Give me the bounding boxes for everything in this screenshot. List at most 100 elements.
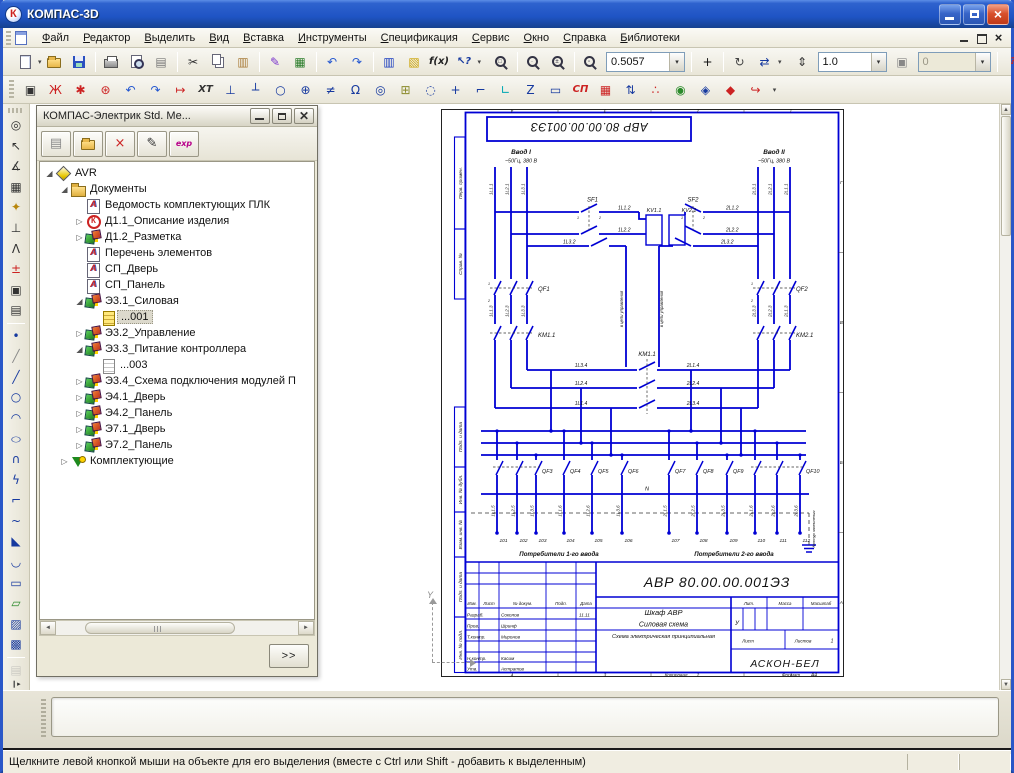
- toolbar-overflow[interactable]: ▾: [769, 78, 780, 101]
- grid-settings[interactable]: ▦: [5, 177, 27, 198]
- step-combo-arrow[interactable]: ▾: [871, 53, 886, 71]
- document-minimize-button[interactable]: [956, 30, 973, 45]
- tree-item[interactable]: ▷Э7.1_Дверь: [42, 421, 314, 437]
- close-button[interactable]: ×: [987, 4, 1009, 25]
- drawing-sheet[interactable]: 44332211ГВБА: [441, 109, 844, 677]
- aux-line-tool[interactable]: ╱: [5, 346, 27, 367]
- hatch-lines-tool[interactable]: ▨: [5, 613, 27, 634]
- chassis-ground[interactable]: ┴: [244, 78, 267, 101]
- no-connection[interactable]: ≠: [319, 78, 342, 101]
- schematic-setup[interactable]: ▣: [19, 78, 42, 101]
- redo-operation[interactable]: ↷: [144, 78, 167, 101]
- toolbar-overflow[interactable]: ▾: [478, 50, 482, 73]
- panel-expand-button[interactable]: >>: [269, 644, 309, 668]
- sp-document[interactable]: СП: [569, 78, 592, 101]
- resistance-symbol[interactable]: Ω: [344, 78, 367, 101]
- zoom-scale-combo[interactable]: 0.5057▾: [606, 52, 685, 72]
- arc-tool[interactable]: ◠: [5, 408, 27, 429]
- panel-maximize-button[interactable]: [272, 108, 292, 124]
- panel-titlebar[interactable]: КОМПАС-Электрик Std. Me... ✕: [37, 106, 317, 127]
- menu-item-7[interactable]: Спецификация: [374, 30, 465, 46]
- copy-properties[interactable]: ✎: [264, 50, 287, 73]
- layer-combo[interactable]: 0▾: [918, 52, 991, 72]
- component-outline[interactable]: ▭: [544, 78, 567, 101]
- copy-object-tool[interactable]: ▱: [5, 593, 27, 614]
- copy-fragment[interactable]: ◈: [694, 78, 717, 101]
- property-message-area[interactable]: [51, 697, 999, 737]
- menu-item-10[interactable]: Справка: [556, 30, 613, 46]
- step-combo[interactable]: 1.0▾: [818, 52, 887, 72]
- terminal-xt[interactable]: XT: [194, 78, 217, 101]
- object-library[interactable]: ▧: [403, 50, 426, 73]
- undo[interactable]: ↶: [321, 50, 344, 73]
- menu-item-8[interactable]: Сервис: [465, 30, 517, 46]
- zoom-in-out[interactable]: ±: [547, 50, 570, 73]
- wire-corner[interactable]: ⌐: [469, 78, 492, 101]
- coil-symbol[interactable]: ◌: [419, 78, 442, 101]
- undo-operation[interactable]: ↶: [119, 78, 142, 101]
- tree-item[interactable]: СП_Дверь: [42, 261, 314, 277]
- specification-editor[interactable]: ▦: [289, 50, 312, 73]
- scroll-up-arrow[interactable]: ▲: [1001, 104, 1011, 115]
- scroll-left-arrow[interactable]: ◄: [40, 621, 56, 635]
- menu-item-3[interactable]: Выделить: [137, 30, 202, 46]
- vscroll-thumb[interactable]: [1001, 116, 1011, 236]
- em-tools[interactable]: ◆: [719, 78, 742, 101]
- menu-item-2[interactable]: Редактор: [76, 30, 137, 46]
- fillet-tool[interactable]: ◡: [5, 552, 27, 573]
- workspace-vscrollbar[interactable]: ▲ ▼: [999, 104, 1011, 690]
- what-is-this[interactable]: ↖?: [453, 50, 476, 73]
- export-button[interactable]: exp: [169, 131, 199, 157]
- tree-expander[interactable]: ▷: [74, 217, 85, 226]
- drawing-workspace[interactable]: 44332211ГВБА: [30, 104, 1011, 690]
- connector-symbol[interactable]: ⊕: [294, 78, 317, 101]
- panel-close-button[interactable]: ✕: [294, 108, 314, 124]
- selection-tool[interactable]: ↖: [5, 135, 27, 156]
- toolbar-overflow[interactable]: ▾: [778, 50, 782, 73]
- tree-item[interactable]: ▷Э4.2_Панель: [42, 405, 314, 421]
- tree-item[interactable]: ▷Э3.4_Схема подключения модулей П: [42, 373, 314, 389]
- expressions[interactable]: f(x): [428, 50, 451, 73]
- move-device[interactable]: ⊛: [94, 78, 117, 101]
- rectangle-tool[interactable]: ▭: [5, 572, 27, 593]
- tree-item[interactable]: ▷Комплектующие: [42, 453, 314, 469]
- menu-item-6[interactable]: Инструменты: [291, 30, 374, 46]
- add-device[interactable]: Ж: [44, 78, 67, 101]
- tree-expander[interactable]: ▷: [74, 233, 85, 242]
- menu-item-4[interactable]: Вид: [202, 30, 236, 46]
- print-setup[interactable]: ▤: [150, 50, 173, 73]
- tree-expander[interactable]: ◢: [74, 297, 85, 306]
- parametrization[interactable]: ✦: [5, 197, 27, 218]
- tree-expander[interactable]: ◢: [59, 185, 70, 194]
- project-tree[interactable]: ◢AVR◢ДокументыВедомость комплектующих ПЛ…: [39, 161, 315, 620]
- contour-tool[interactable]: ∩: [5, 449, 27, 470]
- pan[interactable]: +: [696, 50, 719, 73]
- menu-item-11[interactable]: Библиотеки: [613, 30, 687, 46]
- winding-symbol[interactable]: ◎: [369, 78, 392, 101]
- sheet-settings[interactable]: ▤: [5, 300, 27, 321]
- shield-circle[interactable]: ○: [269, 78, 292, 101]
- tree-item[interactable]: ▷Э7.2_Панель: [42, 437, 314, 453]
- paste[interactable]: ▥: [232, 50, 255, 73]
- report-button[interactable]: ▤: [41, 131, 71, 157]
- refresh-image[interactable]: ⇄: [753, 50, 776, 73]
- polyline-tool[interactable]: ⌐: [5, 490, 27, 511]
- scroll-thumb[interactable]: [85, 622, 235, 634]
- tree-item[interactable]: ▷Д1.2_Разметка: [42, 229, 314, 245]
- terminal-matrix[interactable]: ▦: [594, 78, 617, 101]
- tree-expander[interactable]: ◢: [44, 169, 55, 178]
- titlebar[interactable]: КОМПАС-3D ×: [0, 0, 1014, 28]
- tree-item[interactable]: ...001: [42, 309, 314, 325]
- print[interactable]: [100, 50, 123, 73]
- save-document[interactable]: [68, 50, 91, 73]
- zoom-pointer[interactable]: ·: [522, 50, 545, 73]
- scroll-down-arrow[interactable]: ▼: [1001, 679, 1011, 690]
- maximize-button[interactable]: [963, 4, 985, 25]
- ground-symbol[interactable]: ⊥: [219, 78, 242, 101]
- tree-item[interactable]: ...003: [42, 357, 314, 373]
- add-device-options[interactable]: ✱: [69, 78, 92, 101]
- menu-item-9[interactable]: Окно: [517, 30, 557, 46]
- marking-dots[interactable]: ∴: [644, 78, 667, 101]
- measure-tool[interactable]: ∡: [5, 156, 27, 177]
- tree-expander[interactable]: ▷: [74, 441, 85, 450]
